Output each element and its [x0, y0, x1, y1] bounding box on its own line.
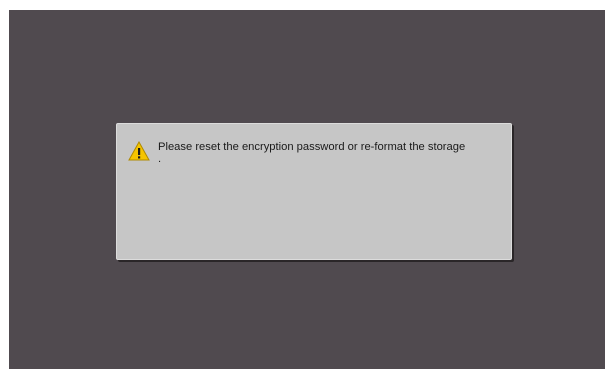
- alert-message-text: Please reset the encryption password or …: [158, 141, 466, 153]
- alert-dialog: Please reset the encryption password or …: [116, 123, 512, 260]
- alert-message: Please reset the encryption password or …: [158, 141, 508, 165]
- warning-icon: [128, 141, 150, 161]
- device-screen: Please reset the encryption password or …: [9, 10, 605, 369]
- alert-message-tail: .: [158, 153, 162, 165]
